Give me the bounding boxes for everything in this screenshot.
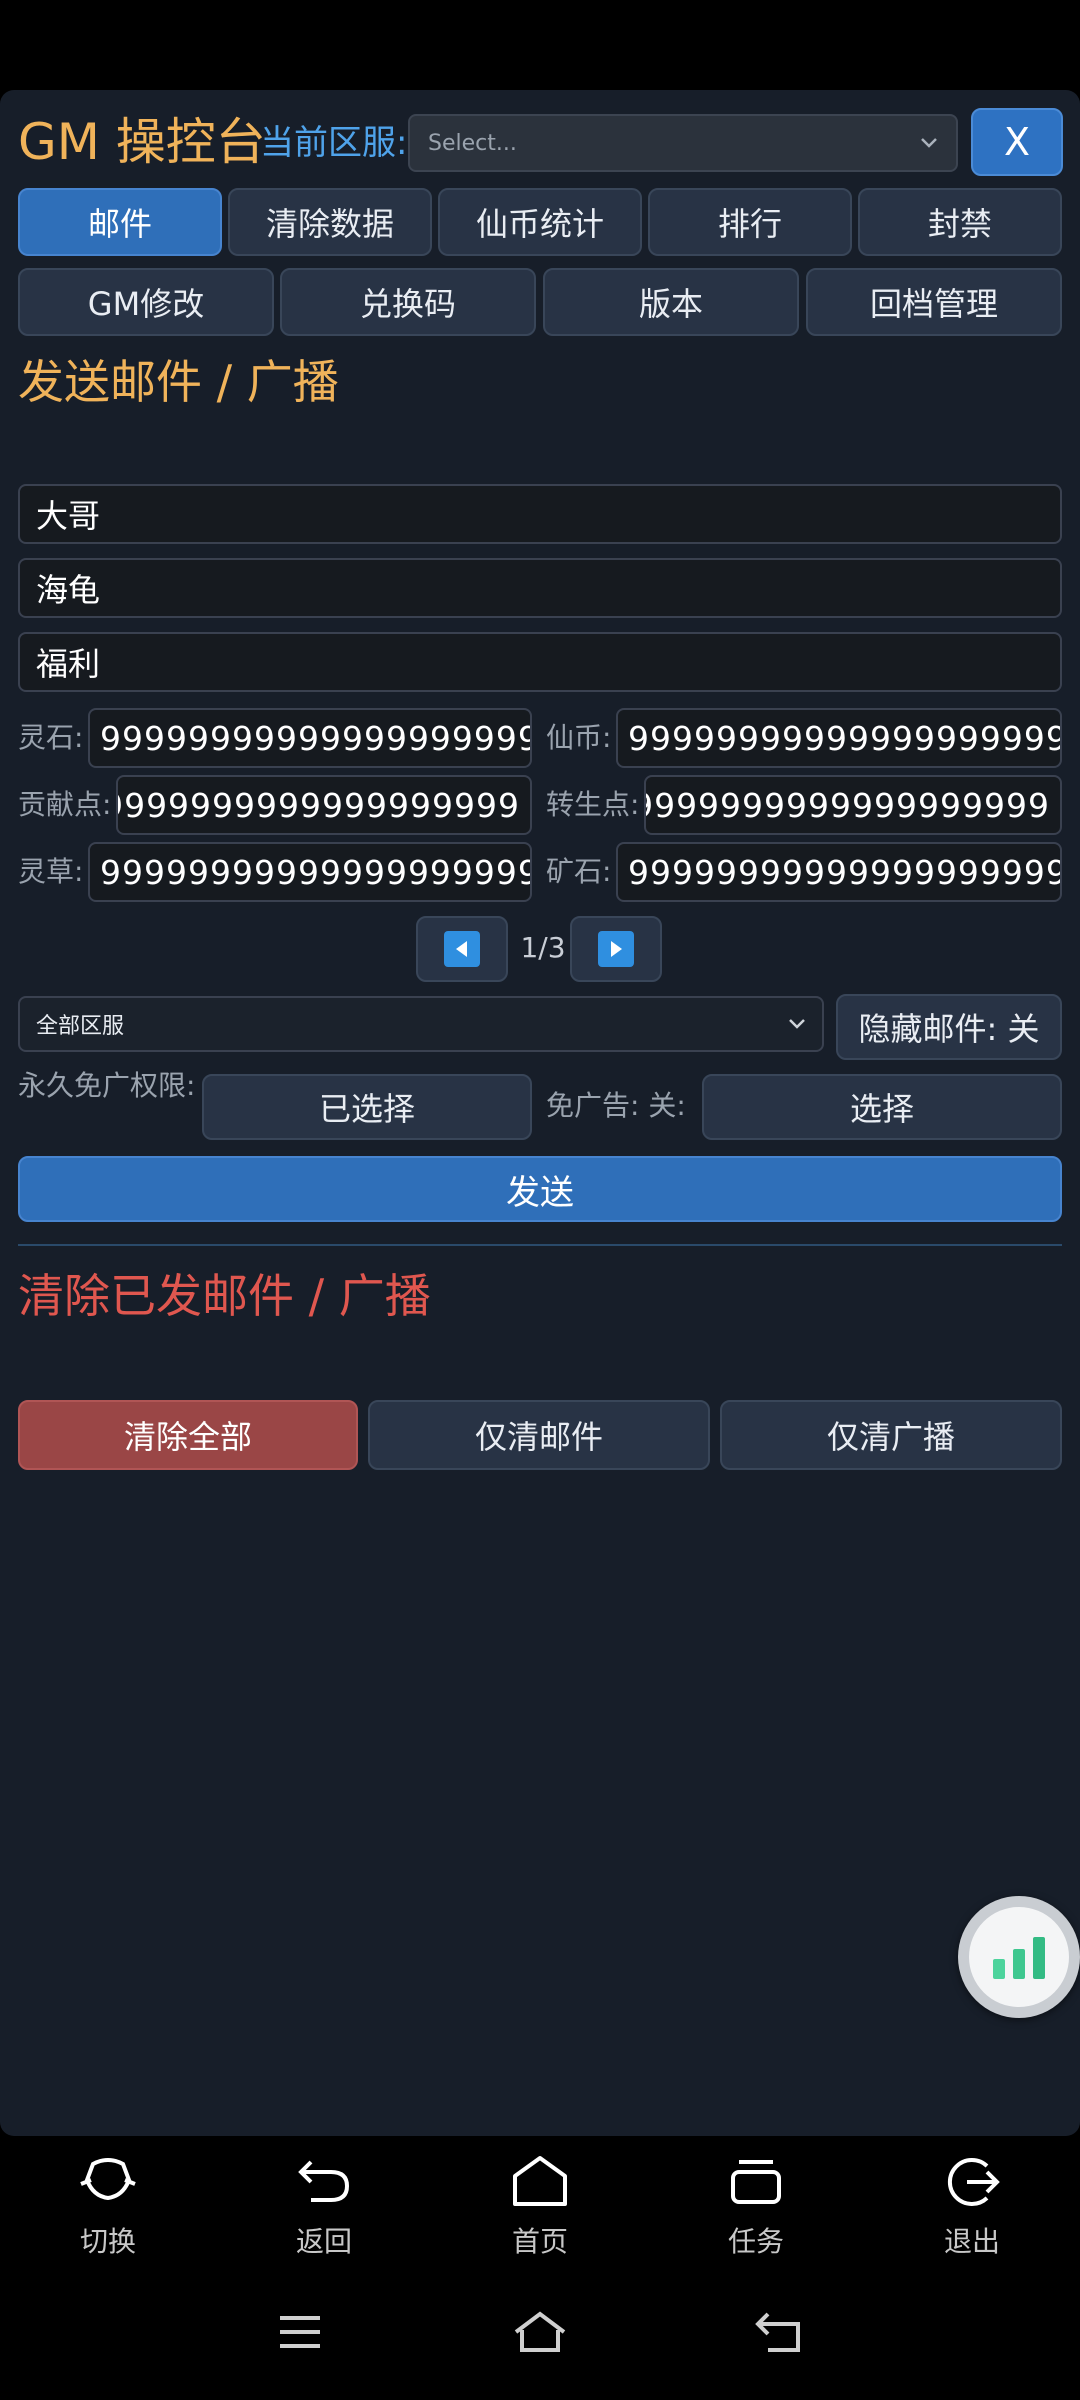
ad-free-select-button[interactable]: 选择: [702, 1074, 1062, 1140]
undo-icon: [298, 2160, 350, 2202]
nav-exit[interactable]: 退出: [902, 2154, 1042, 2260]
tab-clear-data[interactable]: 清除数据: [228, 188, 432, 256]
close-button[interactable]: X: [971, 108, 1063, 176]
tab-ranking[interactable]: 排行: [648, 188, 852, 256]
next-page-button[interactable]: [570, 916, 662, 982]
home-icon: [513, 2156, 567, 2206]
lingcao-input[interactable]: 99999999999999999999: [88, 842, 532, 902]
region-select-placeholder: Select...: [428, 130, 517, 156]
system-home-icon: [514, 2311, 566, 2352]
exit-icon: [947, 2158, 1000, 2206]
nav-switch[interactable]: 切换: [38, 2154, 178, 2260]
lingshi-label: 灵石:: [18, 721, 84, 754]
nav-exit-label: 退出: [943, 2225, 1000, 2258]
ad-free-label: 免广告: 关:: [546, 1089, 686, 1122]
tab-gm-modify[interactable]: GM修改: [18, 268, 274, 336]
content-input[interactable]: 福利: [18, 632, 1062, 692]
server-select-value: 全部区服: [36, 1014, 125, 1039]
nav-home-label: 首页: [511, 2225, 568, 2258]
bar-chart-icon: [993, 1937, 1045, 1979]
bottom-navigation: 切换 返回 首页 任务 退出: [0, 2136, 1080, 2400]
switch-icon: [80, 2158, 136, 2201]
system-menu-button[interactable]: [270, 2302, 330, 2362]
lingcao-label: 灵草:: [18, 855, 84, 888]
gongxian-label: 贡献点:: [18, 788, 112, 821]
nav-tasks[interactable]: 任务: [686, 2154, 826, 2260]
xianbi-input[interactable]: 99999999999999999999: [616, 708, 1062, 768]
tasks-icon: [731, 2160, 781, 2204]
gongxian-input[interactable]: 99999999999999999999: [116, 775, 532, 835]
send-button[interactable]: 发送: [18, 1156, 1062, 1222]
kuangshi-label: 矿石:: [546, 855, 612, 888]
tab-version[interactable]: 版本: [543, 268, 799, 336]
mail-section-title: 发送邮件 / 广播: [18, 355, 339, 409]
system-back-icon: [755, 2312, 800, 2352]
perm-label: 永久免广权限:: [18, 1069, 196, 1102]
clear-all-button[interactable]: 清除全部: [18, 1400, 358, 1470]
system-home-button[interactable]: [510, 2302, 570, 2362]
clear-broadcast-only-button[interactable]: 仅清广播: [720, 1400, 1062, 1470]
server-select[interactable]: 全部区服: [18, 996, 824, 1052]
clear-mail-only-button[interactable]: 仅清邮件: [368, 1400, 710, 1470]
tab-mail[interactable]: 邮件: [18, 188, 222, 256]
lingshi-input[interactable]: 99999999999999999999: [88, 708, 532, 768]
zhuansheng-input[interactable]: 99999999999999999999: [644, 775, 1062, 835]
sender-input[interactable]: 大哥: [18, 484, 1062, 544]
hide-mail-toggle[interactable]: 隐藏邮件: 关: [836, 994, 1062, 1060]
page-title: GM 操控台: [18, 113, 266, 171]
system-back-button[interactable]: [750, 2302, 810, 2362]
arrow-right-icon: [598, 931, 634, 967]
arrow-left-icon: [444, 931, 480, 967]
region-select[interactable]: Select...: [408, 114, 958, 172]
zhuansheng-label: 转生点:: [546, 788, 640, 821]
xianbi-label: 仙币:: [546, 721, 612, 754]
menu-icon: [280, 2316, 320, 2348]
prev-page-button[interactable]: [416, 916, 508, 982]
page-indicator: 1/3: [520, 931, 566, 964]
subject-input[interactable]: 海龟: [18, 558, 1062, 618]
chevron-down-icon: [921, 138, 937, 148]
floating-stats-button[interactable]: [958, 1896, 1080, 2018]
tab-rollback[interactable]: 回档管理: [806, 268, 1062, 336]
tab-redeem-code[interactable]: 兑换码: [280, 268, 536, 336]
section-divider: [18, 1244, 1062, 1246]
nav-tasks-label: 任务: [727, 2225, 784, 2258]
tab-ban[interactable]: 封禁: [858, 188, 1062, 256]
nav-switch-label: 切换: [79, 2225, 136, 2258]
nav-back-label: 返回: [295, 2225, 352, 2258]
region-label: 当前区服:: [260, 123, 408, 163]
gm-console-panel: GM 操控台 当前区服: Select... X 邮件 清除数据 仙币统计 排行…: [0, 90, 1080, 2136]
tab-currency-stats[interactable]: 仙币统计: [438, 188, 642, 256]
chevron-down-icon: [789, 1019, 805, 1029]
nav-home[interactable]: 首页: [470, 2154, 610, 2260]
kuangshi-input[interactable]: 99999999999999999999: [616, 842, 1062, 902]
perm-select-button[interactable]: 已选择: [202, 1074, 532, 1140]
clear-section-title: 清除已发邮件 / 广播: [18, 1269, 431, 1323]
nav-back[interactable]: 返回: [254, 2154, 394, 2260]
